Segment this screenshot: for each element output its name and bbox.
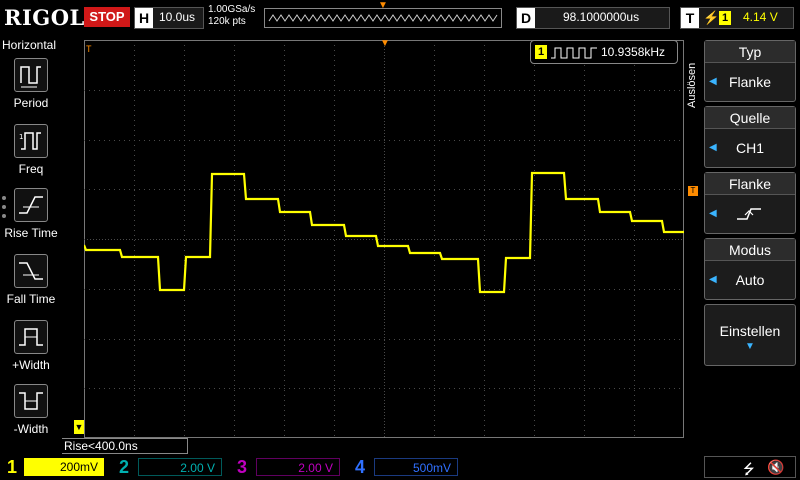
trigger-level: 4.14 V (743, 10, 778, 24)
trigger-slope-header: Flanke (705, 173, 795, 195)
channel-2-scale: 2.00 V (138, 458, 222, 476)
left-arrow-icon: ◀ (709, 76, 717, 87)
trigger-mode-value: Auto (735, 272, 765, 288)
brand-logo: RIGOL (4, 5, 85, 30)
measure-period-button[interactable]: Period (2, 58, 60, 110)
trigger-type-value: Flanke (728, 74, 772, 90)
delay-letter: D (517, 8, 535, 28)
frequency-value: 10.9358kHz (601, 45, 666, 59)
chevron-down-icon: ▼ (745, 341, 755, 352)
trigger-type-softkey[interactable]: Typ ◀ Flanke (704, 40, 796, 102)
rising-slope-icon (737, 208, 761, 220)
top-status-bar: RIGOL STOP H 10.0us 1.00GSa/s 120k pts ▼… (0, 0, 800, 36)
sample-rate: 1.00GSa/s (208, 4, 256, 15)
trigger-menu-title: Auslösen (686, 62, 698, 108)
trigger-letter: T (681, 8, 699, 28)
frequency-icon: 1 (14, 124, 48, 158)
channel-1-status[interactable]: 1 200mV (4, 456, 104, 478)
rising-edge-icon: ⚡ (703, 10, 720, 25)
waveform-grid-svg: T ▼ (82, 38, 684, 438)
measure-positive-width-button[interactable]: +Width (2, 320, 60, 372)
speaker-muted-icon: 🔇 (767, 459, 785, 475)
trigger-box[interactable]: T ⚡ 1 4.14 V (680, 7, 794, 29)
horizontal-letter: H (135, 8, 153, 28)
left-arrow-icon: ◀ (709, 142, 717, 153)
system-status-area: ⭍ 🔇 (704, 456, 796, 478)
rise-time-measurement: Rise<400.0ns (62, 438, 188, 454)
run-stop-status[interactable]: STOP (84, 7, 130, 27)
trigger-center-marker-icon: ▼ (380, 40, 390, 49)
trigger-channel-badge: 1 (719, 11, 731, 25)
memory-overview-bar (264, 8, 502, 28)
memory-waveform-preview (268, 14, 498, 22)
negative-width-icon (14, 384, 48, 418)
fall-time-icon (14, 254, 48, 288)
timebase-box[interactable]: H 10.0us (134, 7, 204, 29)
trigger-source-value: CH1 (735, 140, 764, 156)
period-icon (14, 58, 48, 92)
readout-channel-badge: 1 (535, 45, 547, 59)
channel-3-scale: 2.00 V (256, 458, 340, 476)
channel-2-status[interactable]: 2 2.00 V (116, 456, 226, 478)
channel-1-number: 1 (6, 457, 17, 477)
frequency-label: Freq (18, 162, 44, 176)
trigger-mode-header: Modus (705, 239, 795, 261)
channel-4-number: 4 (354, 457, 365, 477)
channel-3-status[interactable]: 3 2.00 V (234, 456, 344, 478)
channel-4-status[interactable]: 4 500mV (352, 456, 462, 478)
svg-text:1: 1 (19, 133, 23, 141)
trigger-type-header: Typ (705, 41, 795, 63)
measure-frequency-button[interactable]: 1 Freq (2, 124, 60, 176)
channel-2-number: 2 (118, 457, 129, 477)
trigger-settings-label: Einstellen (719, 323, 781, 339)
measurement-menu-title: Horizontal (2, 38, 57, 52)
rise-time-icon (14, 188, 48, 222)
measurement-menu: Horizontal Period 1 Freq Rise Time Fall … (0, 36, 62, 454)
channel-4-scale: 500mV (374, 458, 458, 476)
measure-negative-width-button[interactable]: -Width (2, 384, 60, 436)
positive-width-icon (14, 320, 48, 354)
fall-time-label: Fall Time (6, 292, 56, 306)
positive-width-label: +Width (12, 358, 50, 372)
trigger-settings-softkey[interactable]: Einstellen ▼ (704, 304, 796, 366)
trigger-position-marker-icon: ▼ (378, 0, 388, 11)
trigger-level-marker[interactable]: T (688, 186, 698, 196)
delay-box[interactable]: D 98.1000000us (516, 7, 670, 29)
period-label: Period (13, 96, 49, 110)
left-arrow-icon: ◀ (709, 274, 717, 285)
negative-width-label: -Width (13, 422, 49, 436)
left-arrow-icon: ◀ (709, 208, 717, 219)
channel-status-bar: 1 200mV 2 2.00 V 3 2.00 V 4 500mV ⭍ 🔇 (0, 454, 800, 480)
usb-icon: ⭍ (743, 461, 755, 477)
trigger-source-header: Quelle (705, 107, 795, 129)
measure-rise-time-button[interactable]: Rise Time (2, 188, 60, 240)
acquisition-info: 1.00GSa/s 120k pts (208, 4, 255, 28)
trigger-slope-softkey[interactable]: Flanke ◀ (704, 172, 796, 234)
trigger-time-marker-icon: T (86, 44, 92, 54)
measure-fall-time-button[interactable]: Fall Time (2, 254, 60, 306)
waveform-display[interactable]: T ▼ (82, 38, 684, 438)
trigger-source-softkey[interactable]: Quelle ◀ CH1 (704, 106, 796, 168)
timebase-value: 10.0us (159, 10, 196, 24)
trigger-mode-softkey[interactable]: Modus ◀ Auto (704, 238, 796, 300)
channel-1-scale: 200mV (24, 458, 104, 476)
channel-3-number: 3 (236, 457, 247, 477)
channel-1-ground-marker[interactable]: ▼ (74, 420, 84, 434)
square-wave-icon (551, 47, 597, 59)
delay-value: 98.1000000us (563, 10, 640, 24)
rise-time-label: Rise Time (4, 226, 58, 240)
grid-lines (84, 40, 684, 438)
frequency-readout: 1 10.9358kHz (530, 40, 678, 64)
memory-depth: 120k pts (208, 16, 246, 27)
